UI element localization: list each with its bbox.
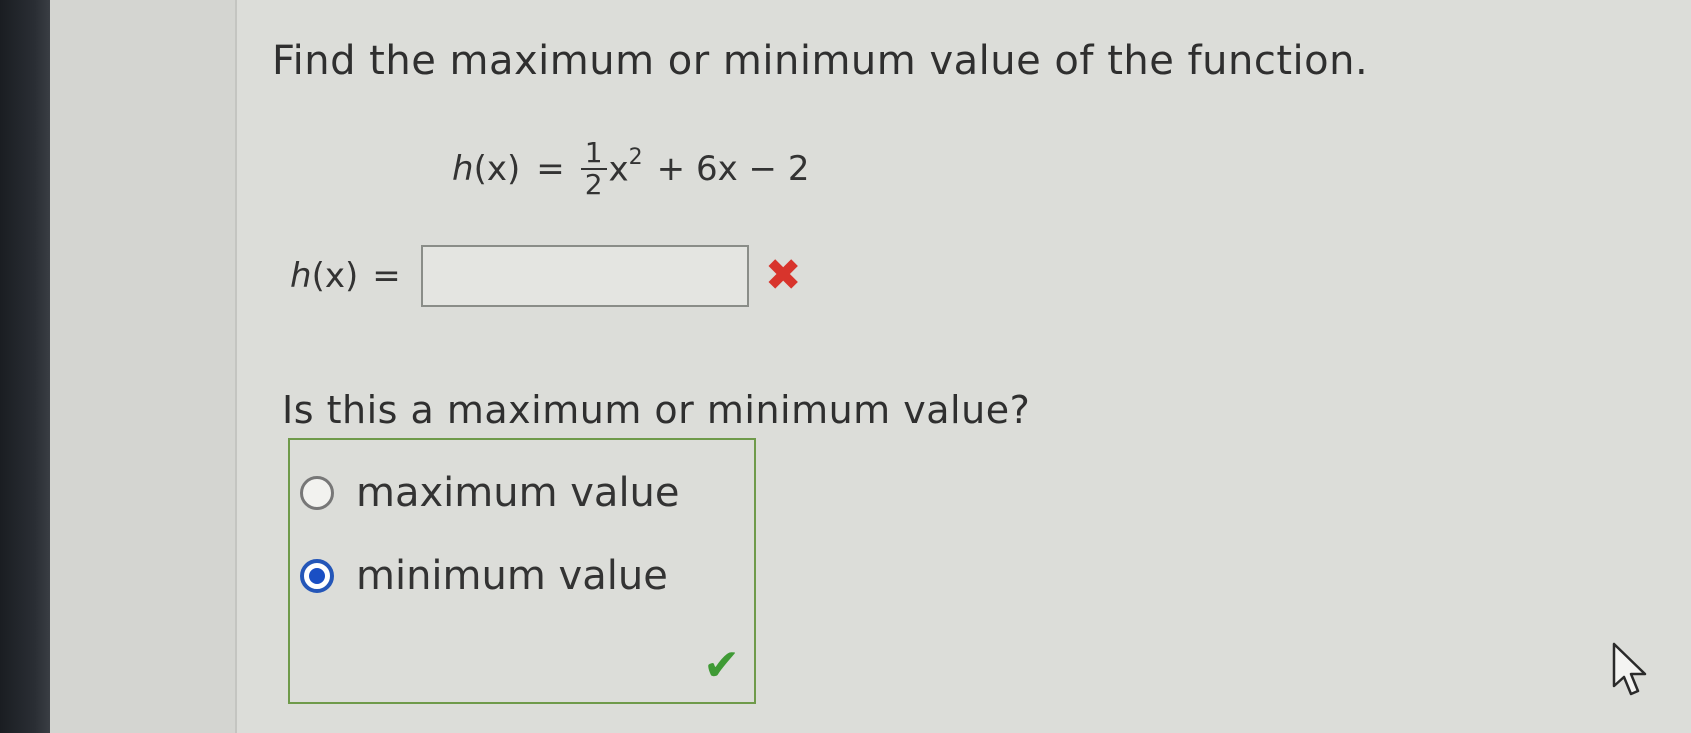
radio-maximum[interactable] [300,476,334,510]
fraction: 1 2 [580,138,607,201]
left-margin [50,0,237,733]
fraction-numerator: 1 [580,138,607,170]
function-equation: h(x) = 1 2 x2 + 6x − 2 [452,138,809,200]
fraction-denominator: 2 [584,168,603,201]
equation-rest: + 6x − 2 [656,149,810,189]
answer-function-arg: (x) [311,256,359,296]
mouse-pointer-icon [1612,642,1647,696]
x-squared-term: x2 [608,145,643,190]
answer-function-name: h [290,256,312,296]
answer-row: h(x) = ✖ [290,245,802,307]
answer-lhs: h(x) [290,256,358,296]
checkmark-icon: ✔ [703,640,740,691]
answer-input[interactable] [420,245,749,307]
choice-maximum-label: maximum value [356,470,680,516]
choice-minimum-label: minimum value [356,553,668,599]
screen-bezel [0,0,50,733]
choice-group: maximum value minimum value ✔ [288,438,756,704]
max-min-question: Is this a maximum or minimum value? [282,388,1031,432]
x-variable: x [608,149,629,190]
function-arg: (x) [473,149,521,189]
choice-maximum[interactable]: maximum value [300,470,680,516]
wrong-x-icon: ✖ [764,250,802,301]
function-name: h [452,149,474,189]
answer-equals-sign: = [372,256,401,296]
equals-sign: = [536,149,565,189]
radio-minimum[interactable] [300,559,334,593]
question-prompt: Find the maximum or minimum value of the… [272,38,1369,84]
choice-minimum[interactable]: minimum value [300,553,668,599]
exponent: 2 [628,144,643,170]
equation-lhs: h(x) [452,149,520,189]
